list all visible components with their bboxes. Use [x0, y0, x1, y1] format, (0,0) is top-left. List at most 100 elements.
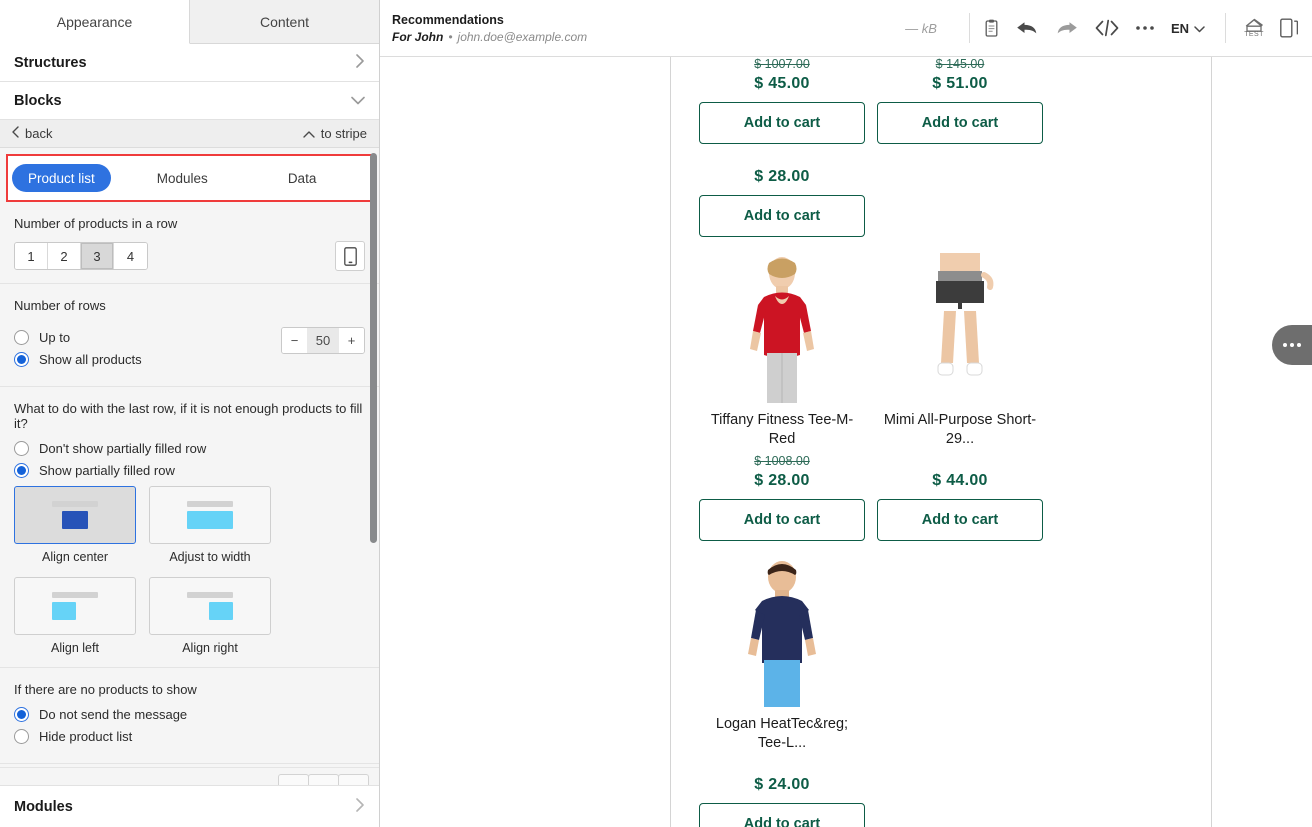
blocks-label: Blocks [14, 92, 62, 109]
last-row-label: What to do with the last row, if it is n… [14, 401, 363, 431]
align-right-icon [187, 592, 233, 620]
product-price: $ 28.00 [754, 472, 810, 490]
add-to-cart-button[interactable]: Add to cart [699, 803, 865, 827]
stepper-value[interactable]: 50 [307, 328, 339, 353]
radio-dont-show-partial-label: Don't show partially filled row [39, 441, 207, 456]
block-tab-modules[interactable]: Modules [141, 164, 224, 192]
products-in-row-option-1[interactable]: 1 [15, 243, 48, 269]
radio-show-partial[interactable]: Show partially filled row [14, 463, 365, 478]
add-to-cart-button[interactable]: Add to cart [877, 499, 1043, 542]
language-selector[interactable]: EN [1171, 21, 1205, 36]
undo-icon[interactable] [1015, 18, 1039, 38]
partial-seg-3[interactable] [338, 774, 369, 785]
radio-dont-show-partial[interactable]: Don't show partially filled row [14, 441, 365, 456]
recipient-email: john.doe@example.com [457, 29, 588, 44]
add-to-cart-button[interactable]: Add to cart [699, 499, 865, 542]
product-price: $ 45.00 [754, 75, 810, 92]
radio-show-all-products[interactable]: Show all products [14, 352, 142, 367]
radio-icon-off [14, 330, 29, 345]
toolbar-icons: EN TEST [984, 13, 1298, 43]
product-old-price: $ 1007.00 [754, 57, 810, 71]
tab-appearance[interactable]: Appearance [0, 0, 190, 44]
left-sidebar: Appearance Content Structures Blocks bac… [0, 0, 380, 827]
sidebar-section-structures[interactable]: Structures [0, 44, 379, 82]
panel-last-row: What to do with the last row, if it is n… [0, 387, 379, 668]
device-preview-icon[interactable] [1280, 18, 1298, 38]
tile-label-align-right: Align right [182, 641, 238, 655]
product-old-price: $ 1008.00 [754, 454, 810, 469]
tile-cell-adjust-to-width: Adjust to width [149, 486, 271, 564]
more-icon[interactable] [1135, 25, 1155, 31]
chevron-right-icon [356, 54, 365, 71]
clipboard-icon[interactable] [984, 19, 999, 37]
more-options-flap[interactable] [1272, 325, 1312, 365]
add-to-cart-button[interactable]: Add to cart [877, 102, 1043, 144]
email-meta: Recommendations For John • john.doe@exam… [392, 13, 587, 44]
tile-cell-align-right: Align right [149, 577, 271, 655]
test-label: TEST [1244, 31, 1264, 38]
to-stripe-button[interactable]: to stripe [303, 126, 367, 141]
tile-align-center[interactable] [14, 486, 136, 544]
product-card[interactable]: $ 1007.00 $ 45.00 Add to cart [699, 57, 865, 144]
product-card[interactable]: $ 28.00 Add to cart [699, 144, 865, 237]
products-in-row-option-3[interactable]: 3 [81, 243, 114, 269]
product-card[interactable]: Mimi All-Purpose Short-29... $ 44.00 Add… [877, 237, 1043, 542]
product-name: Mimi All-Purpose Short-29... [883, 412, 1037, 447]
chevron-right-icon [356, 798, 365, 815]
dot-icon [1290, 343, 1294, 347]
no-products-label: If there are no products to show [14, 682, 197, 697]
radio-icon-on [14, 352, 29, 367]
email-recipient: For John • john.doe@example.com [392, 30, 587, 44]
redo-icon[interactable] [1055, 18, 1079, 38]
radio-icon-off [14, 441, 29, 456]
tile-label-adjust-to-width: Adjust to width [169, 550, 251, 564]
partial-segmented-control[interactable] [278, 774, 369, 785]
sidebar-section-modules-bottom[interactable]: Modules [0, 785, 379, 827]
product-card[interactable]: Tiffany Fitness Tee-M-Red $ 1008.00 $ 28… [699, 237, 865, 542]
radio-icon-on [14, 707, 29, 722]
align-center-icon [52, 501, 98, 529]
align-left-icon [52, 592, 98, 620]
radio-up-to-label: Up to [39, 330, 71, 345]
add-to-cart-button[interactable]: Add to cart [699, 195, 865, 237]
block-tab-product-list[interactable]: Product list [12, 164, 111, 192]
radio-do-not-send-label: Do not send the message [39, 707, 188, 722]
sidebar-tabs: Appearance Content [0, 0, 379, 44]
stepper-plus-button[interactable]: + [339, 328, 364, 353]
sidebar-section-blocks[interactable]: Blocks [0, 82, 379, 120]
test-send-icon[interactable]: TEST [1244, 18, 1264, 38]
tile-adjust-to-width[interactable] [149, 486, 271, 544]
products-in-row-option-4[interactable]: 4 [114, 243, 147, 269]
product-row: Tiffany Fitness Tee-M-Red $ 1008.00 $ 28… [693, 237, 1189, 827]
tile-cell-align-center: Align center [14, 486, 136, 564]
tile-align-left[interactable] [14, 577, 136, 635]
code-icon[interactable] [1095, 19, 1119, 37]
email-title: Recommendations [392, 12, 504, 27]
product-list-block: $ 1007.00 $ 45.00 Add to cart $ 145.00 $… [671, 57, 1211, 827]
radio-do-not-send[interactable]: Do not send the message [14, 707, 365, 722]
mobile-phone-icon[interactable] [335, 241, 365, 271]
products-in-row-option-2[interactable]: 2 [48, 243, 81, 269]
chevron-down-icon [1194, 21, 1205, 36]
partial-seg-2[interactable] [308, 774, 339, 785]
product-price: $ 24.00 [754, 776, 810, 794]
sidebar-scrollbar[interactable] [370, 153, 377, 543]
add-to-cart-button[interactable]: Add to cart [699, 102, 865, 144]
product-row: $ 1007.00 $ 45.00 Add to cart $ 145.00 $… [693, 57, 1189, 237]
product-card[interactable]: Logan HeatTec&reg; Tee-L... $ 24.00 Add … [699, 541, 865, 827]
tile-align-right[interactable] [149, 577, 271, 635]
app-root: Appearance Content Structures Blocks bac… [0, 0, 1312, 827]
tab-content[interactable]: Content [190, 0, 379, 44]
email-size: — kB [905, 20, 937, 36]
block-tab-data[interactable]: Data [272, 164, 333, 192]
tile-label-align-center: Align center [41, 550, 108, 564]
back-button[interactable]: back [12, 126, 52, 141]
product-card[interactable]: $ 145.00 $ 51.00 Add to cart [877, 57, 1043, 144]
stepper-minus-button[interactable]: − [282, 328, 307, 353]
email-canvas: $ 1007.00 $ 45.00 Add to cart $ 145.00 $… [380, 57, 1312, 827]
adjust-to-width-icon [187, 501, 233, 529]
rows-stepper: − 50 + [281, 327, 365, 354]
radio-up-to[interactable]: Up to [14, 330, 142, 345]
partial-seg-1[interactable] [278, 774, 309, 785]
radio-hide-product-list[interactable]: Hide product list [14, 729, 365, 744]
